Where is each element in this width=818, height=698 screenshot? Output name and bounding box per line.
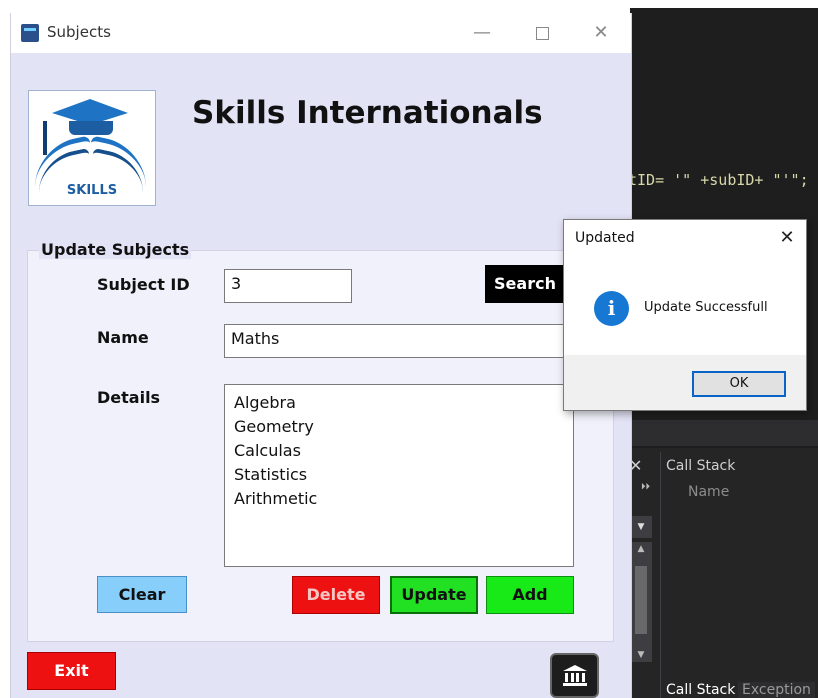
code-fragment: tID= '" +subID+ "'"; [628, 171, 809, 189]
call-stack-title: Call Stack [666, 458, 736, 474]
subject-id-label: Subject ID [97, 275, 190, 294]
close-button[interactable]: ✕ [586, 19, 616, 47]
details-line: Calculas [234, 441, 301, 460]
update-button[interactable]: Update [390, 576, 478, 614]
details-line: Statistics [234, 465, 308, 484]
info-icon: i [594, 291, 629, 326]
dropdown-arrow-icon[interactable]: ▼ [630, 516, 652, 538]
details-label: Details [97, 388, 161, 407]
scroll-up-icon[interactable]: ▲ [630, 544, 652, 554]
app-title: Skills Internationals [192, 95, 543, 131]
title-bar: Subjects — ✕ [11, 13, 631, 53]
details-line: Geometry [234, 417, 314, 436]
ok-button[interactable]: OK [692, 371, 786, 397]
dialog-close-icon[interactable]: ✕ [772, 224, 802, 252]
maximize-icon [535, 26, 549, 40]
details-line: Algebra [234, 393, 296, 412]
dialog-message: Update Successfull [644, 300, 768, 315]
tab-call-stack[interactable]: Call Stack [666, 682, 735, 698]
name-label: Name [97, 328, 149, 347]
updated-dialog: Updated ✕ i Update Successfull OK [563, 219, 807, 411]
tab-exception[interactable]: Exception [738, 682, 815, 698]
subject-id-field[interactable]: 3 [224, 269, 352, 303]
details-textarea[interactable]: Algebra Geometry Calculas Statistics Ari… [224, 384, 574, 567]
details-line: Arithmetic [234, 489, 318, 508]
delete-button[interactable]: Delete [292, 576, 380, 614]
add-button[interactable]: Add [486, 576, 574, 614]
scroll-down-icon[interactable]: ▼ [630, 650, 652, 660]
ide-toolbar-strip [630, 420, 818, 446]
panel-expand-icon[interactable]: ⏵⏵ [641, 482, 650, 492]
call-stack-name-column[interactable]: Name [688, 484, 729, 500]
subjects-window: Subjects — ✕ SKILLS Skills International… [10, 13, 632, 698]
exit-button[interactable]: Exit [27, 652, 116, 690]
bank-icon [563, 665, 587, 686]
cap-base [69, 121, 113, 135]
window-title: Subjects [47, 23, 111, 41]
home-button[interactable] [550, 653, 599, 698]
graduation-cap-icon [52, 99, 128, 113]
scrollbar-thumb[interactable] [635, 566, 647, 634]
skills-logo: SKILLS [28, 90, 156, 206]
cap-tassel [43, 121, 47, 155]
group-title: Update Subjects [39, 240, 192, 259]
panel-scrollbar[interactable]: ▲ ▼ [630, 542, 652, 662]
panel-divider [660, 452, 661, 698]
dialog-title: Updated [575, 230, 635, 246]
search-button[interactable]: Search [485, 265, 565, 303]
app-icon [21, 24, 39, 42]
minimize-button[interactable]: — [467, 19, 497, 47]
maximize-button[interactable] [527, 19, 557, 47]
clear-button[interactable]: Clear [97, 576, 187, 613]
screen-top-edge [0, 0, 818, 8]
logo-text: SKILLS [66, 183, 118, 198]
name-field[interactable]: Maths [224, 324, 574, 358]
